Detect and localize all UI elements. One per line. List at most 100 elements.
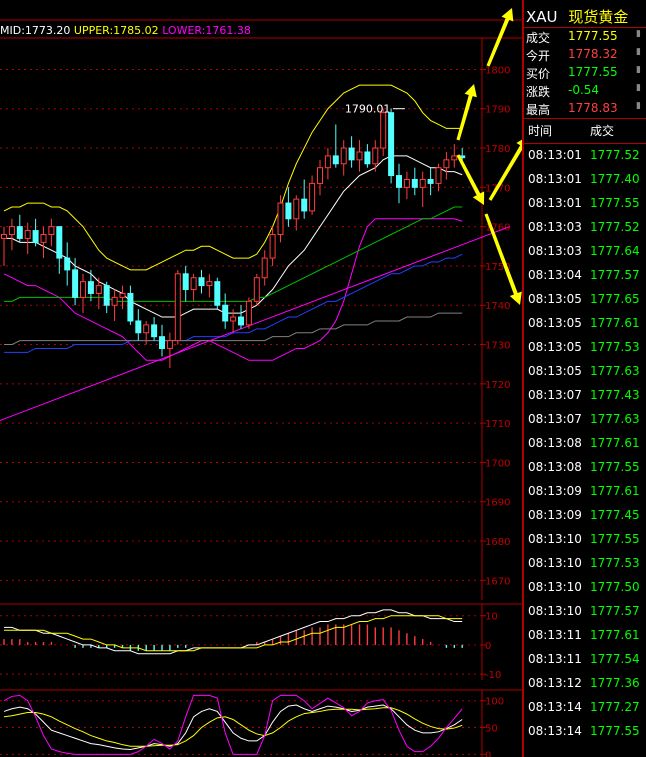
tick-price: 1777.57: [590, 268, 640, 282]
quote-label: 涨跌: [526, 85, 551, 99]
tick-price: 1777.55: [590, 460, 640, 474]
candle-body: [166, 340, 173, 349]
tick-time: 08:13:09: [528, 508, 582, 522]
candle-body: [427, 178, 434, 184]
candle-body: [56, 226, 63, 259]
candle-body: [277, 202, 284, 236]
quote-label: 今开: [526, 49, 551, 63]
chart-canvas: 1670168016901700171017201730174017501760…: [0, 8, 522, 757]
bollinger-header: MID:1773.20 UPPER:1785.02 LOWER:1761.38: [0, 24, 251, 37]
tick-time: 08:13:05: [528, 292, 582, 306]
candle-body: [119, 292, 126, 298]
tick-price: 1777.63: [590, 364, 640, 378]
candle-body: [135, 320, 142, 334]
tick-time: 08:13:09: [528, 484, 582, 498]
macd-panel-tick-label: -10: [485, 670, 501, 681]
price-panel-tick-label: 1680: [485, 537, 510, 548]
price-panel-tick-label: 1700: [485, 458, 510, 469]
price-panel-tick-label: 1730: [485, 341, 510, 352]
price-panel-tick-label: 1710: [485, 419, 510, 430]
candle-body: [301, 198, 308, 212]
symbol: XAU: [526, 8, 558, 26]
candle-body: [435, 167, 442, 184]
ticks-header-time: 时间: [528, 124, 553, 138]
tick-price: 1777.61: [590, 628, 640, 642]
candle-body: [48, 226, 55, 236]
ticks-header-price: 成交: [590, 124, 615, 138]
candle-body: [95, 285, 102, 294]
candle-body: [103, 285, 110, 306]
candle-body: [411, 178, 418, 188]
arrow-marker: [456, 84, 477, 141]
tick-time: 08:13:08: [528, 460, 582, 474]
tick-time: 08:13:14: [528, 724, 582, 738]
candle-body: [356, 151, 363, 161]
candle-body: [190, 277, 197, 291]
tick-price: 1777.61: [590, 436, 640, 450]
candle-body: [159, 336, 165, 349]
tick-price: 1777.27: [590, 700, 640, 714]
candle-body: [269, 234, 276, 259]
instrument-name: 现货黄金: [568, 8, 629, 26]
quote-label: 买价: [526, 67, 551, 81]
candle-body: [111, 296, 118, 306]
price-panel-tick-label: 1720: [485, 380, 510, 391]
tick-time: 08:13:05: [528, 316, 582, 330]
ma_blue-line: [4, 253, 463, 353]
candle-body: [214, 281, 221, 306]
tick-price: 1777.36: [590, 676, 640, 690]
candle-body: [174, 273, 181, 342]
tick-time: 08:13:08: [528, 436, 582, 450]
quote-side-marker: ▮: [636, 29, 641, 39]
tick-price: 1777.63: [590, 412, 640, 426]
tick-time: 08:13:04: [528, 268, 582, 282]
quote-side-marker: ▮: [636, 83, 641, 93]
tick-time: 08:13:03: [528, 220, 582, 234]
tick-price: 1777.61: [590, 484, 640, 498]
quote-label: 最高: [526, 103, 551, 117]
candle-body: [293, 198, 300, 220]
price-panel-tick-label: 1690: [485, 498, 510, 509]
candle-body: [443, 159, 450, 169]
quote-title: XAU 现货黄金: [526, 6, 628, 27]
quote-side-marker: ▮: [636, 47, 641, 57]
kdj-panel-tick-label: 100: [485, 697, 504, 708]
candle-body: [348, 147, 355, 161]
candle-body: [182, 273, 189, 291]
candle-body: [206, 281, 213, 287]
quote-side-marker: ▮: [636, 65, 641, 75]
tick-price: 1777.50: [590, 580, 640, 594]
candle-body: [143, 324, 150, 334]
candle-body: [72, 269, 79, 298]
candle-body: [396, 175, 402, 188]
tick-time: 08:13:14: [528, 700, 582, 714]
candle-body: [340, 147, 347, 165]
kdj-d-line: [3, 707, 463, 747]
quote-divider: [522, 118, 646, 119]
tick-time: 08:13:01: [528, 172, 582, 186]
quote-side-marker: ▮: [636, 101, 641, 111]
tick-time: 08:13:10: [528, 532, 582, 546]
tick-time: 08:13:07: [528, 388, 582, 402]
kdj-j-line: [3, 694, 463, 755]
arrow-marker: [486, 8, 514, 67]
arrow-marker: [456, 154, 485, 205]
tick-price: 1777.55: [590, 724, 640, 738]
candle-body: [245, 300, 252, 326]
candle-body: [451, 155, 458, 161]
tick-time: 08:13:10: [528, 580, 582, 594]
tick-price: 1777.53: [590, 340, 640, 354]
high-annotation: 1790.01: [345, 103, 391, 116]
candle-body: [40, 234, 47, 243]
candle-body: [261, 257, 268, 279]
tick-time: 08:13:01: [528, 196, 582, 210]
tick-time: 08:13:12: [528, 676, 582, 690]
quote-value: -0.54: [568, 83, 600, 97]
macd-dea-line: [4, 615, 463, 652]
kdj-panel-tick-label: 0: [485, 750, 491, 757]
candle-body: [80, 281, 86, 298]
tick-price: 1777.53: [590, 556, 640, 570]
tick-price: 1777.40: [590, 172, 640, 186]
mid-value: MID:1773.20: [0, 24, 71, 37]
candle-body: [16, 226, 23, 239]
